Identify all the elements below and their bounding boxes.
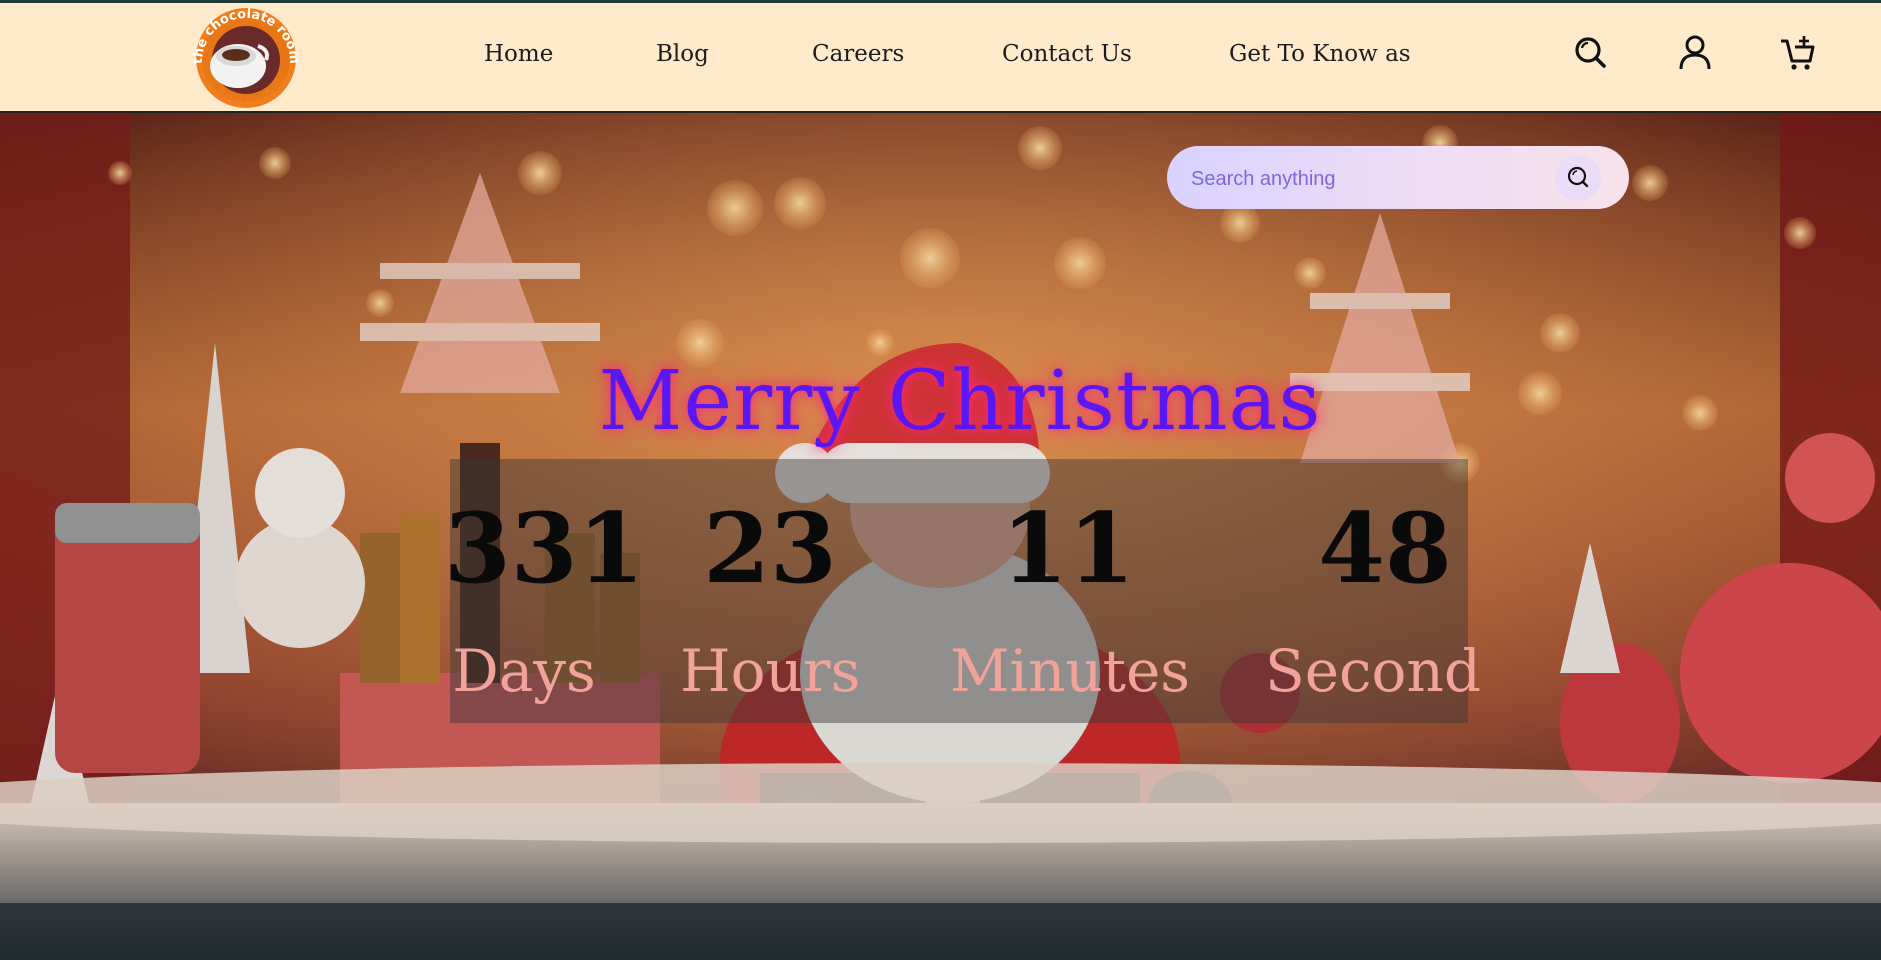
countdown-minutes-value: 11	[1001, 492, 1135, 605]
countdown-days-label: Days	[452, 637, 596, 705]
countdown-minutes-label: Minutes	[950, 637, 1191, 705]
search-icon	[1567, 166, 1589, 188]
nav-get-to-know-as[interactable]: Get To Know as	[1229, 41, 1411, 67]
nav-contact-us[interactable]: Contact Us	[1002, 41, 1132, 67]
search-bar	[1167, 146, 1629, 209]
search-input[interactable]	[1189, 159, 1553, 199]
search-button[interactable]	[1555, 155, 1601, 201]
cart-icon[interactable]	[1778, 33, 1816, 71]
countdown-days-value: 331	[444, 492, 645, 605]
nav-careers[interactable]: Careers	[812, 41, 904, 67]
user-icon[interactable]	[1676, 33, 1714, 71]
site-header: the chocolate room Bistro & Cafe Home Bl…	[0, 3, 1881, 113]
countdown-seconds-value: 48	[1318, 492, 1452, 605]
countdown-panel: 331 23 11 48 Days Hours Minutes Second	[444, 459, 1481, 723]
header-search-icon[interactable]	[1571, 33, 1609, 71]
nav-blog[interactable]: Blog	[656, 41, 709, 67]
hero-title: Merry Christmas	[598, 354, 1322, 449]
nav-home[interactable]: Home	[484, 41, 553, 67]
brand-logo[interactable]: the chocolate room Bistro & Cafe	[186, 6, 306, 114]
countdown-seconds-label: Second	[1265, 637, 1481, 705]
countdown-hours-label: Hours	[680, 637, 861, 705]
countdown-hours-value: 23	[703, 492, 837, 605]
